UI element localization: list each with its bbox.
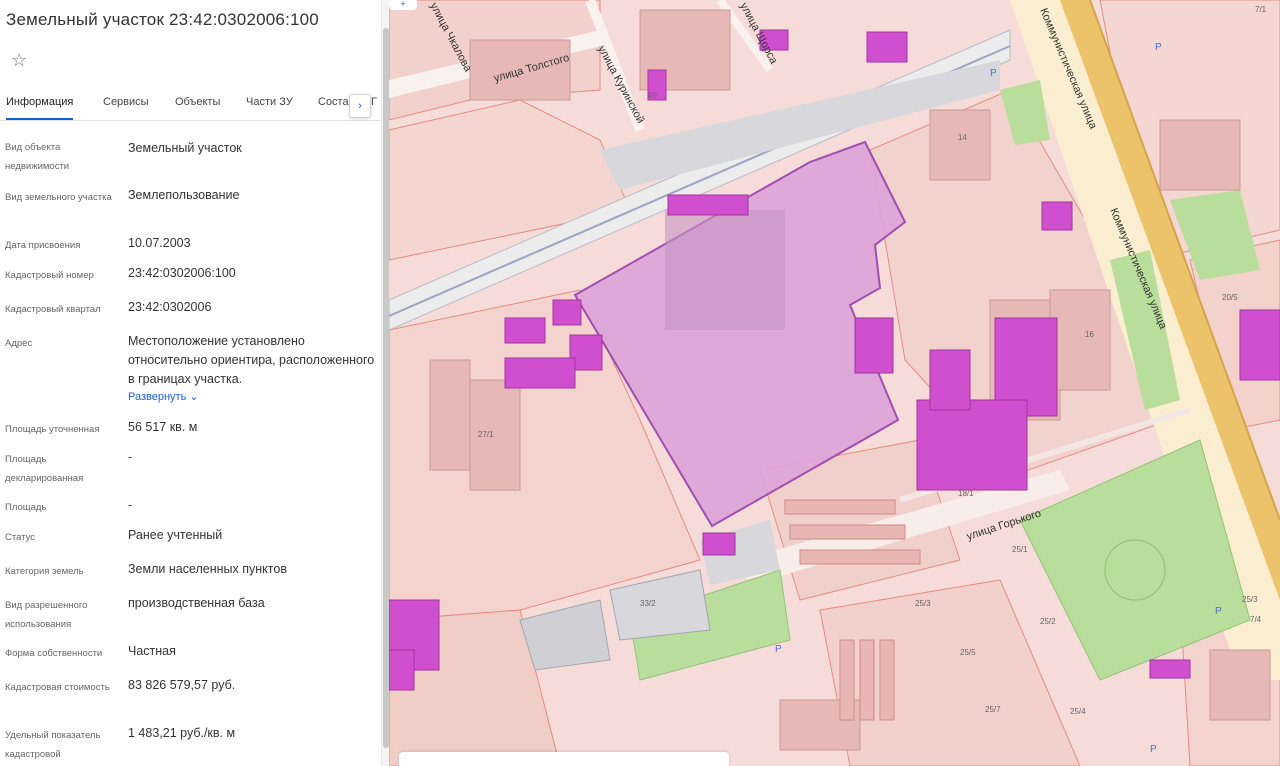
property-value: 23:42:0302006 bbox=[128, 300, 212, 314]
property-value: Земли населенных пунктов bbox=[128, 562, 287, 576]
property-value: 1 483,21 руб./кв. м bbox=[128, 726, 236, 740]
cadastral-map[interactable]: улица Толстого улица Куринской улица Чка… bbox=[389, 0, 1280, 766]
property-label: Адрес bbox=[5, 338, 33, 349]
parcel-number: 25/2 bbox=[1040, 617, 1056, 626]
parking-icon: P bbox=[990, 68, 997, 79]
parcel-number: 16 bbox=[1085, 330, 1094, 339]
parcel-number: 7/4 bbox=[1250, 615, 1262, 624]
property-label: Форма собственности bbox=[5, 648, 103, 659]
expand-address-link[interactable]: Развернуть ⌄ bbox=[128, 388, 378, 407]
info-panel: Земельный участок 23:42:0302006:100 ☆ Ин… bbox=[0, 0, 382, 766]
parcel-number: 27/1 bbox=[478, 430, 494, 439]
parking-icon: P bbox=[775, 644, 782, 655]
tab-overflow-text: Г bbox=[371, 96, 377, 108]
tab-objects[interactable]: Объекты bbox=[175, 96, 220, 108]
property-value: Частная bbox=[128, 644, 176, 658]
chevron-down-icon: ⌄ bbox=[189, 391, 199, 403]
property-value: - bbox=[128, 450, 133, 464]
parking-icon: P bbox=[1215, 606, 1222, 617]
parcel-number: 25/3 bbox=[1242, 595, 1258, 604]
parcel-number: 14 bbox=[958, 133, 967, 142]
plus-icon[interactable]: + bbox=[389, 0, 417, 10]
property-label: Кадастровая стоимость bbox=[5, 682, 110, 693]
parcel-number: 49 bbox=[648, 91, 657, 100]
parcel-number: 25/4 bbox=[1070, 707, 1086, 716]
parcel-number: 18/1 bbox=[958, 489, 974, 498]
parking-icon: P bbox=[1150, 744, 1157, 755]
tab-services[interactable]: Сервисы bbox=[103, 96, 149, 108]
property-value: - bbox=[128, 498, 133, 512]
parcel-number: 25/5 bbox=[960, 648, 976, 657]
parcel-number: 25/7 bbox=[985, 705, 1001, 714]
property-label: Удельный показатель кадастровой bbox=[5, 730, 101, 760]
parking-icon: P bbox=[1155, 42, 1162, 53]
tab-parts[interactable]: Части ЗУ bbox=[246, 96, 293, 108]
tab-bar: Информация Сервисы Объекты Части ЗУ Сост… bbox=[0, 88, 382, 121]
expand-link-label: Развернуть bbox=[128, 391, 187, 403]
property-label: Категория земель bbox=[5, 566, 84, 577]
property-value: 83 826 579,57 руб. bbox=[128, 678, 236, 692]
property-value: Земельный участок bbox=[128, 141, 242, 155]
star-icon[interactable]: ☆ bbox=[11, 50, 27, 71]
property-label: Вид земельного участка bbox=[5, 192, 112, 203]
chevron-right-icon[interactable]: › bbox=[349, 94, 371, 118]
parcel-number: 7/1 bbox=[1255, 5, 1267, 14]
parcel-number: 33/2 bbox=[640, 599, 656, 608]
property-label: Вид объекта недвижимости bbox=[5, 142, 70, 172]
property-value: Ранее учтенный bbox=[128, 528, 223, 542]
property-value: 10.07.2003 bbox=[128, 236, 191, 250]
property-label: Статус bbox=[5, 532, 36, 543]
tab-information[interactable]: Информация bbox=[6, 96, 74, 120]
address-value: Местоположение установлено относительно … bbox=[128, 334, 375, 386]
property-value: Землепользование bbox=[128, 188, 240, 202]
property-value: 56 517 кв. м bbox=[128, 420, 198, 434]
tab-composition[interactable]: Соста bbox=[318, 96, 349, 108]
parcel-number: 20/5 bbox=[1222, 293, 1238, 302]
property-value: производственная база bbox=[128, 596, 265, 610]
parcel-number: 25/3 bbox=[915, 599, 931, 608]
property-label: Дата присвоения bbox=[5, 240, 81, 251]
property-label: Вид разрешенного использования bbox=[5, 600, 88, 630]
property-label: Площадь уточненная bbox=[5, 424, 100, 435]
panel-title: Земельный участок 23:42:0302006:100 bbox=[6, 10, 319, 29]
property-label: Кадастровый номер bbox=[5, 270, 94, 281]
property-label: Кадастровый квартал bbox=[5, 304, 101, 315]
property-value: 23:42:0302006:100 bbox=[128, 266, 236, 280]
property-label: Площадь bbox=[5, 502, 47, 513]
map-bottom-panel bbox=[399, 752, 729, 766]
parcel-number: 25/1 bbox=[1012, 545, 1028, 554]
property-label: Площадь декларированная bbox=[5, 454, 84, 484]
